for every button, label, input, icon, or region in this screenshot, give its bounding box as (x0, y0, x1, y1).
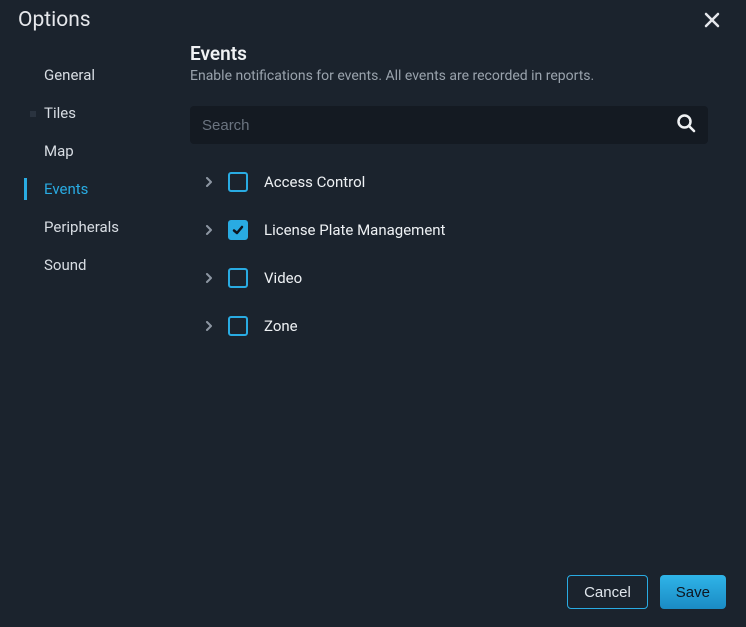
sidebar: General Tiles Map Events Peripherals Sou… (0, 42, 190, 350)
chevron-right-icon[interactable] (200, 173, 218, 191)
content-area: Events Enable notifications for events. … (190, 42, 746, 350)
checkbox-zone[interactable] (228, 316, 248, 336)
sidebar-item-general[interactable]: General (24, 56, 190, 94)
tree-row: Zone (190, 302, 714, 350)
close-icon (704, 12, 720, 28)
dialog-footer: Cancel Save (567, 575, 726, 609)
save-button[interactable]: Save (660, 575, 726, 609)
sidebar-item-label: Sound (44, 256, 86, 274)
chevron-right-icon[interactable] (200, 221, 218, 239)
chevron-right-icon[interactable] (200, 317, 218, 335)
event-tree: Access Control License Plate Management (190, 158, 714, 350)
tree-row: License Plate Management (190, 206, 714, 254)
tree-label: Video (264, 269, 302, 287)
chevron-right-icon[interactable] (200, 269, 218, 287)
sidebar-item-peripherals[interactable]: Peripherals (24, 208, 190, 246)
sidebar-item-label: Events (44, 180, 88, 198)
content-description: Enable notifications for events. All eve… (190, 68, 714, 84)
dialog-header: Options (0, 0, 746, 42)
sidebar-item-label: Map (44, 142, 74, 160)
tree-label: Zone (264, 317, 298, 335)
tree-row: Access Control (190, 158, 714, 206)
search-input[interactable] (190, 106, 708, 144)
checkbox-video[interactable] (228, 268, 248, 288)
checkbox-license-plate[interactable] (228, 220, 248, 240)
tree-label: License Plate Management (264, 221, 445, 239)
sidebar-item-label: Tiles (44, 104, 76, 122)
dialog-body: General Tiles Map Events Peripherals Sou… (0, 42, 746, 350)
sidebar-item-label: General (44, 66, 95, 84)
cancel-button[interactable]: Cancel (567, 575, 648, 609)
sidebar-item-label: Peripherals (44, 218, 119, 236)
checkbox-access-control[interactable] (228, 172, 248, 192)
sidebar-item-map[interactable]: Map (24, 132, 190, 170)
tree-label: Access Control (264, 173, 365, 191)
close-button[interactable] (700, 8, 724, 32)
sidebar-item-sound[interactable]: Sound (24, 246, 190, 284)
tree-row: Video (190, 254, 714, 302)
sidebar-item-tiles[interactable]: Tiles (24, 94, 190, 132)
dialog-title: Options (18, 8, 91, 32)
content-heading: Events (190, 42, 714, 65)
sidebar-item-events[interactable]: Events (24, 170, 190, 208)
search-wrap (190, 106, 708, 144)
